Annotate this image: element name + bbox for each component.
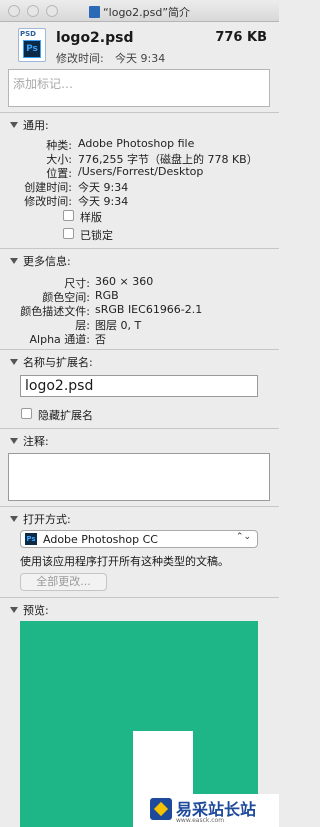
divider [0, 597, 279, 598]
brand-badge: 易采站长站 www.easck.com [146, 794, 279, 827]
psd-file-icon: PSD Ps [18, 28, 46, 62]
name-field-value: logo2.psd [25, 378, 94, 394]
name-field[interactable]: logo2.psd [20, 375, 258, 397]
disclosure-triangle-icon[interactable] [10, 607, 18, 613]
section-general[interactable]: 通用: [10, 117, 49, 133]
general-key: 修改时间: [24, 195, 72, 208]
more-info-value: sRGB IEC61966-2.1 [95, 303, 203, 316]
modified-value: 今天 9:34 [115, 52, 166, 65]
disclosure-triangle-icon[interactable] [10, 359, 18, 365]
file-name: logo2.psd [56, 30, 134, 46]
more-info-value: 否 [95, 333, 106, 346]
divider [0, 349, 279, 350]
photoshop-app-icon: Ps [25, 533, 37, 545]
comments-field[interactable] [8, 453, 270, 501]
popup-arrows-icon: ⌃⌄ [235, 532, 251, 542]
disclosure-triangle-icon[interactable] [10, 122, 18, 128]
file-size: 776 KB [215, 30, 267, 45]
section-more-info[interactable]: 更多信息: [10, 253, 71, 269]
open-with-app: Adobe Photoshop CC [43, 533, 158, 546]
change-all-button[interactable]: 全部更改... [20, 573, 107, 591]
open-with-popup[interactable]: Ps Adobe Photoshop CC ⌃⌄ [20, 530, 258, 548]
window-title: “logo2.psd”简介 [0, 4, 279, 20]
hide-extension-checkbox[interactable] [21, 408, 32, 419]
disclosure-triangle-icon[interactable] [10, 438, 18, 444]
brand-logo-icon [150, 798, 172, 820]
general-value: /Users/Forrest/Desktop [78, 165, 204, 178]
ps-icon-letters: Ps [23, 40, 41, 58]
disclosure-triangle-icon[interactable] [10, 516, 18, 522]
locked-checkbox[interactable] [63, 228, 74, 239]
locked-label: 已锁定 [80, 229, 113, 242]
tags-placeholder: 添加标记… [13, 77, 74, 91]
hide-extension-label: 隐藏扩展名 [38, 409, 93, 422]
disclosure-triangle-icon[interactable] [10, 258, 18, 264]
divider [0, 506, 279, 507]
modified-label: 修改时间: [56, 52, 104, 65]
more-info-key: Alpha 通道: [29, 333, 90, 346]
open-with-description: 使用该应用程序打开所有这种类型的文稿。 [20, 555, 229, 568]
section-name-extension[interactable]: 名称与扩展名: [10, 354, 93, 370]
section-comments[interactable]: 注释: [10, 433, 49, 449]
more-info-value: RGB [95, 289, 119, 302]
divider [0, 248, 279, 249]
brand-url: www.easck.com [176, 817, 225, 824]
psd-icon-tag: PSD [20, 30, 36, 38]
stationery-label: 样版 [80, 211, 102, 224]
stationery-checkbox[interactable] [63, 210, 74, 221]
general-value: 今天 9:34 [78, 195, 129, 208]
general-value: Adobe Photoshop file [78, 137, 195, 150]
divider [0, 112, 279, 113]
tags-field[interactable]: 添加标记… [8, 69, 270, 107]
more-info-value: 360 × 360 [95, 275, 154, 288]
document-icon [88, 6, 100, 18]
title-bar: “logo2.psd”简介 [0, 0, 279, 22]
section-preview[interactable]: 预览: [10, 602, 49, 618]
section-open-with[interactable]: 打开方式: [10, 511, 71, 527]
divider [0, 428, 279, 429]
